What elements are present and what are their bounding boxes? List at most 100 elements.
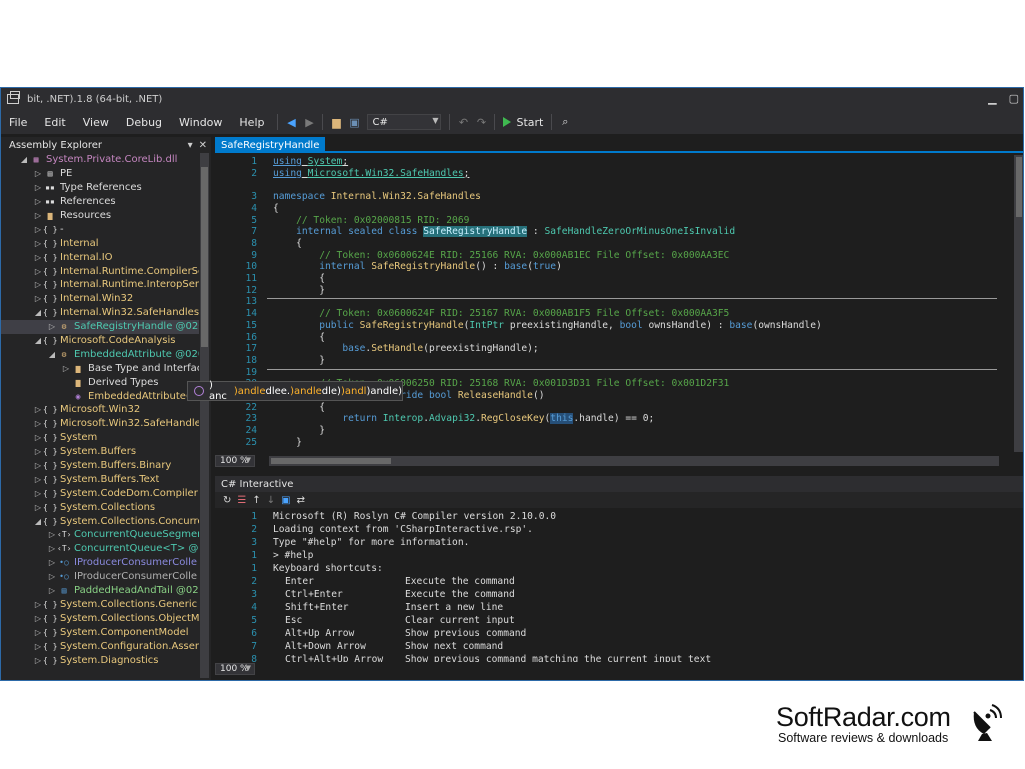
save-icon[interactable]: ▣ <box>281 495 290 506</box>
tree-item[interactable]: ◉ EmbeddedAttribute() <box>1 389 199 403</box>
expand-arrow-icon[interactable]: ▷ <box>33 253 43 262</box>
language-select[interactable]: C# ▼ <box>367 114 442 130</box>
expand-arrow-icon[interactable]: ▷ <box>33 433 43 442</box>
tree-item[interactable]: ▷ ⚙ SafeRegistryHandle @020 <box>1 319 199 334</box>
tree-item[interactable]: ◢ ▦ System.Private.CoreLib.dll <box>1 153 199 167</box>
menu-edit[interactable]: Edit <box>36 116 74 129</box>
tree-item[interactable]: ▷{ } System.Collections.ObjectMo <box>1 611 199 625</box>
tree-item[interactable]: ▷{ } Microsoft.Win32.SafeHandles <box>1 417 199 431</box>
tree-item[interactable]: ▷{ } Internal.Runtime.InteropServi <box>1 278 199 292</box>
expand-arrow-icon[interactable]: ▷ <box>47 322 57 331</box>
tree-item[interactable]: ▷ ▪▪ References <box>1 195 199 209</box>
scrollbar-thumb[interactable] <box>271 458 391 464</box>
editor-zoom-select[interactable]: 100 % ▼ <box>215 455 255 467</box>
tree-item[interactable]: ▷{ } System.ComponentModel <box>1 625 199 639</box>
navigate-forward-icon[interactable]: ▶ <box>300 113 318 131</box>
tree-item[interactable]: ▷{ } Internal <box>1 236 199 250</box>
expand-arrow-icon[interactable]: ▷ <box>33 225 43 234</box>
tree-item[interactable]: ▷{ } System.CodeDom.Compiler <box>1 486 199 500</box>
expand-arrow-icon[interactable]: ▷ <box>47 558 57 567</box>
expand-arrow-icon[interactable]: ▷ <box>33 267 43 276</box>
tree-item[interactable]: ▷{ } - <box>1 222 199 236</box>
expand-arrow-icon[interactable]: ▷ <box>33 503 43 512</box>
maximize-icon[interactable]: ▢ <box>1009 92 1019 105</box>
expand-arrow-icon[interactable]: ▷ <box>61 364 71 373</box>
tree-item[interactable]: ◢{ } Internal.Win32.SafeHandles <box>1 306 199 320</box>
undo-icon[interactable]: ↶ <box>454 113 472 131</box>
tree-item[interactable]: ▷{ } System <box>1 431 199 445</box>
interactive-zoom-select[interactable]: 100 % ▼ <box>215 663 255 675</box>
menu-help[interactable]: Help <box>231 116 273 129</box>
expand-arrow-icon[interactable]: ▷ <box>33 447 43 456</box>
expand-arrow-icon[interactable]: ▷ <box>33 405 43 414</box>
close-icon[interactable]: ✕ <box>199 140 207 151</box>
assembly-tree[interactable]: ◢ ▦ System.Private.CoreLib.dll ▷ ▤ PE ▷ ▪▪ Type … <box>1 153 199 678</box>
pin-icon[interactable]: ▾ <box>188 140 193 151</box>
expand-arrow-icon[interactable]: ▷ <box>33 183 43 192</box>
tree-item[interactable]: ▷{ } System.Collections <box>1 500 199 514</box>
code-editor[interactable]: 1 using System; 2 using Microsoft.Win32.Saf… <box>215 155 1023 452</box>
expand-arrow-icon[interactable]: ▷ <box>33 211 43 220</box>
tree-item[interactable]: ▷ •○ IProducerConsumerColle <box>1 570 199 584</box>
tree-item[interactable]: ▷ ‹T› ConcurrentQueue<T> @0 <box>1 542 199 556</box>
start-button[interactable]: Start <box>499 116 547 129</box>
tree-scrollbar[interactable] <box>200 153 209 678</box>
expand-arrow-icon[interactable]: ▷ <box>33 642 43 651</box>
collapse-arrow-icon[interactable]: ◢ <box>33 517 43 526</box>
scrollbar-thumb[interactable] <box>201 167 208 347</box>
expand-arrow-icon[interactable]: ▷ <box>47 586 57 595</box>
menu-file[interactable]: File <box>1 116 36 129</box>
collapse-arrow-icon[interactable]: ◢ <box>19 155 29 164</box>
tree-item[interactable]: ▷{ } System.Collections.Generic <box>1 598 199 612</box>
expand-arrow-icon[interactable]: ▷ <box>33 419 43 428</box>
expand-arrow-icon[interactable]: ▷ <box>47 530 57 539</box>
menu-view[interactable]: View <box>75 116 118 129</box>
tree-item[interactable]: ▷{ } System.Diagnostics <box>1 653 199 667</box>
tree-item[interactable]: ▷{ } System.Buffers <box>1 445 199 459</box>
tree-item[interactable]: ◢{ } System.Collections.Concurren <box>1 514 199 528</box>
tree-item[interactable]: ▆ Derived Types <box>1 375 199 389</box>
expand-arrow-icon[interactable]: ▷ <box>33 475 43 484</box>
tree-item[interactable]: ▷{ } Microsoft.Win32 <box>1 403 199 417</box>
expand-arrow-icon[interactable]: ▷ <box>47 572 57 581</box>
menu-debug[interactable]: Debug <box>118 116 171 129</box>
tree-item[interactable]: ▷{ } System.Configuration.Assem <box>1 639 199 653</box>
scrollbar-thumb[interactable] <box>1016 157 1022 217</box>
save-all-icon[interactable]: ▣ <box>345 113 363 131</box>
navigate-back-icon[interactable]: ◀ <box>282 113 300 131</box>
tree-item[interactable]: ◢ ⚙ EmbeddedAttribute @020 <box>1 347 199 361</box>
tree-item[interactable]: ▷{ } Internal.IO <box>1 250 199 264</box>
collapse-arrow-icon[interactable]: ◢ <box>33 336 43 345</box>
history-up-icon[interactable]: ↑ <box>252 495 260 506</box>
tree-item[interactable]: ▷ ▪▪ Type References <box>1 181 199 195</box>
clear-icon[interactable]: ☰ <box>237 495 246 506</box>
minimize-icon[interactable]: ▁ <box>988 92 996 105</box>
tree-item[interactable]: ▷{ } System.Buffers.Binary <box>1 459 199 473</box>
tree-item[interactable]: ▷{ } Internal.Win32 <box>1 292 199 306</box>
sync-icon[interactable]: ⇄ <box>297 495 305 506</box>
editor-horizontal-scrollbar[interactable] <box>269 456 999 466</box>
tree-item[interactable]: ◢{ } Microsoft.CodeAnalysis <box>1 334 199 348</box>
tree-item[interactable]: ▷ ‹T› ConcurrentQueueSegmen <box>1 528 199 542</box>
expand-arrow-icon[interactable]: ▷ <box>33 294 43 303</box>
history-down-icon[interactable]: ↓ <box>267 495 275 506</box>
tree-item[interactable]: ▷ ▤ PE <box>1 167 199 181</box>
tree-item[interactable]: ▷{ } Internal.Runtime.CompilerSer <box>1 264 199 278</box>
expand-arrow-icon[interactable]: ▷ <box>33 656 43 665</box>
editor-scrollbar[interactable] <box>1014 155 1023 452</box>
tree-item[interactable]: ▷ ▆ Resources <box>1 209 199 223</box>
expand-arrow-icon[interactable]: ▷ <box>33 197 43 206</box>
expand-arrow-icon[interactable]: ▷ <box>33 489 43 498</box>
reset-icon[interactable]: ↻ <box>223 495 231 506</box>
tree-item[interactable]: ▷{ } System.Buffers.Text <box>1 472 199 486</box>
collapse-arrow-icon[interactable]: ◢ <box>47 350 57 359</box>
expand-arrow-icon[interactable]: ▷ <box>33 628 43 637</box>
expand-arrow-icon[interactable]: ▷ <box>33 239 43 248</box>
tab-saferegistryhandle[interactable]: SafeRegistryHandle <box>215 137 326 153</box>
menu-window[interactable]: Window <box>171 116 231 129</box>
expand-arrow-icon[interactable]: ▷ <box>33 169 43 178</box>
expand-arrow-icon[interactable]: ▷ <box>47 544 57 553</box>
search-icon[interactable]: ⌕ <box>556 113 574 131</box>
expand-arrow-icon[interactable]: ▷ <box>33 600 43 609</box>
redo-icon[interactable]: ↷ <box>472 113 490 131</box>
